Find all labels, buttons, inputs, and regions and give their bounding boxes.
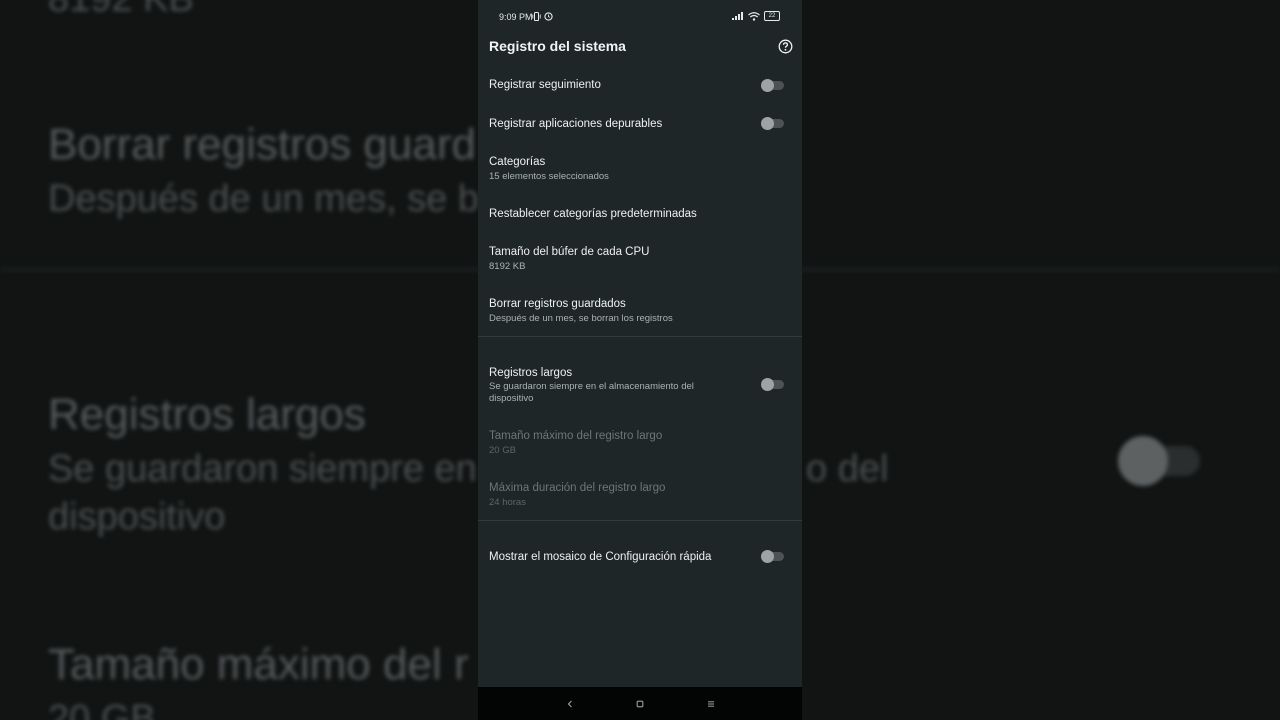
setting-buffer-size[interactable]: Tamaño del búfer de cada CPU 8192 KB — [478, 238, 802, 280]
bg-long-logs-sub: Se guardaron siempre en — [48, 448, 477, 490]
setting-title: Borrar registros guardados — [489, 298, 626, 310]
wifi-icon — [748, 11, 760, 21]
long-logs-toggle[interactable] — [761, 378, 784, 391]
bg-max-size-sub: 20 GB — [48, 698, 156, 720]
setting-title: Registrar aplicaciones depurables — [489, 118, 663, 130]
bg-buffer-size: 8192 KB — [48, 0, 194, 21]
setting-long-logs[interactable]: Registros largos Se guardaron siempre en… — [478, 358, 802, 410]
setting-title: Tamaño del búfer de cada CPU — [489, 246, 650, 258]
bg-toggle — [1118, 436, 1200, 486]
setting-reset-categories[interactable]: Restablecer categorías predeterminadas — [478, 198, 802, 230]
bg-clear-logs-title: Borrar registros guard — [48, 120, 476, 169]
setting-debuggable-apps[interactable]: Registrar aplicaciones depurables — [478, 108, 802, 140]
setting-title: Registrar seguimiento — [489, 79, 601, 91]
quick-settings-tile-toggle[interactable] — [761, 550, 784, 563]
setting-subtitle: Después de un mes, se borran los registr… — [489, 313, 673, 324]
setting-title: Categorías — [489, 156, 546, 168]
debuggable-apps-toggle[interactable] — [761, 117, 784, 130]
bg-long-logs-sub-2: dispositivo — [48, 496, 226, 538]
setting-title: Registros largos — [489, 367, 573, 379]
signal-icon — [732, 12, 743, 20]
setting-subtitle: 20 GB — [489, 445, 516, 456]
square-home-icon[interactable] — [634, 698, 646, 710]
trace-logging-toggle[interactable] — [761, 79, 784, 92]
navigation-bar — [478, 687, 802, 720]
status-time: 9:09 PM — [499, 12, 533, 22]
setting-title: Tamaño máximo del registro largo — [489, 430, 663, 442]
bg-long-logs-sub-end: o del — [806, 448, 889, 490]
setting-long-log-max-duration: Máxima duración del registro largo 24 ho… — [478, 474, 802, 516]
setting-subtitle: 24 horas — [489, 497, 526, 508]
phone-screen: 9:09 PM 22 Registro del sistema Registra… — [478, 0, 802, 720]
setting-categories[interactable]: Categorías 15 elementos seleccionados — [478, 148, 802, 190]
battery-icon: 22 — [764, 11, 780, 21]
setting-subtitle: 8192 KB — [489, 261, 526, 272]
setting-title: Máxima duración del registro largo — [489, 482, 666, 494]
setting-title: Mostrar el mosaico de Configuración rápi… — [489, 551, 712, 563]
section-divider — [478, 520, 802, 521]
alarm-icon — [544, 12, 553, 21]
setting-quick-settings-tile[interactable]: Mostrar el mosaico de Configuración rápi… — [478, 540, 802, 574]
bg-long-logs-title: Registros largos — [48, 390, 366, 439]
setting-clear-saved-logs[interactable]: Borrar registros guardados Después de un… — [478, 290, 802, 332]
vibrate-icon — [532, 12, 541, 21]
menu-lines-icon[interactable] — [705, 698, 717, 710]
bg-clear-logs-sub: Después de un mes, se b — [48, 178, 479, 220]
status-bar: 9:09 PM 22 — [478, 0, 802, 34]
setting-subtitle: Se guardaron siempre en el almacenamient… — [489, 381, 694, 404]
setting-subtitle: 15 elementos seleccionados — [489, 171, 609, 182]
setting-long-log-max-size: Tamaño máximo del registro largo 20 GB — [478, 422, 802, 464]
setting-title: Restablecer categorías predeterminadas — [489, 208, 697, 220]
battery-level: 22 — [768, 13, 776, 19]
page-title: Registro del sistema — [489, 38, 626, 54]
question-circle-icon[interactable] — [778, 39, 793, 54]
chevron-left-icon[interactable] — [564, 698, 576, 710]
section-divider — [478, 336, 802, 337]
setting-trace-logging[interactable]: Registrar seguimiento — [478, 70, 802, 102]
bg-max-size-title: Tamaño máximo del r — [48, 640, 469, 689]
